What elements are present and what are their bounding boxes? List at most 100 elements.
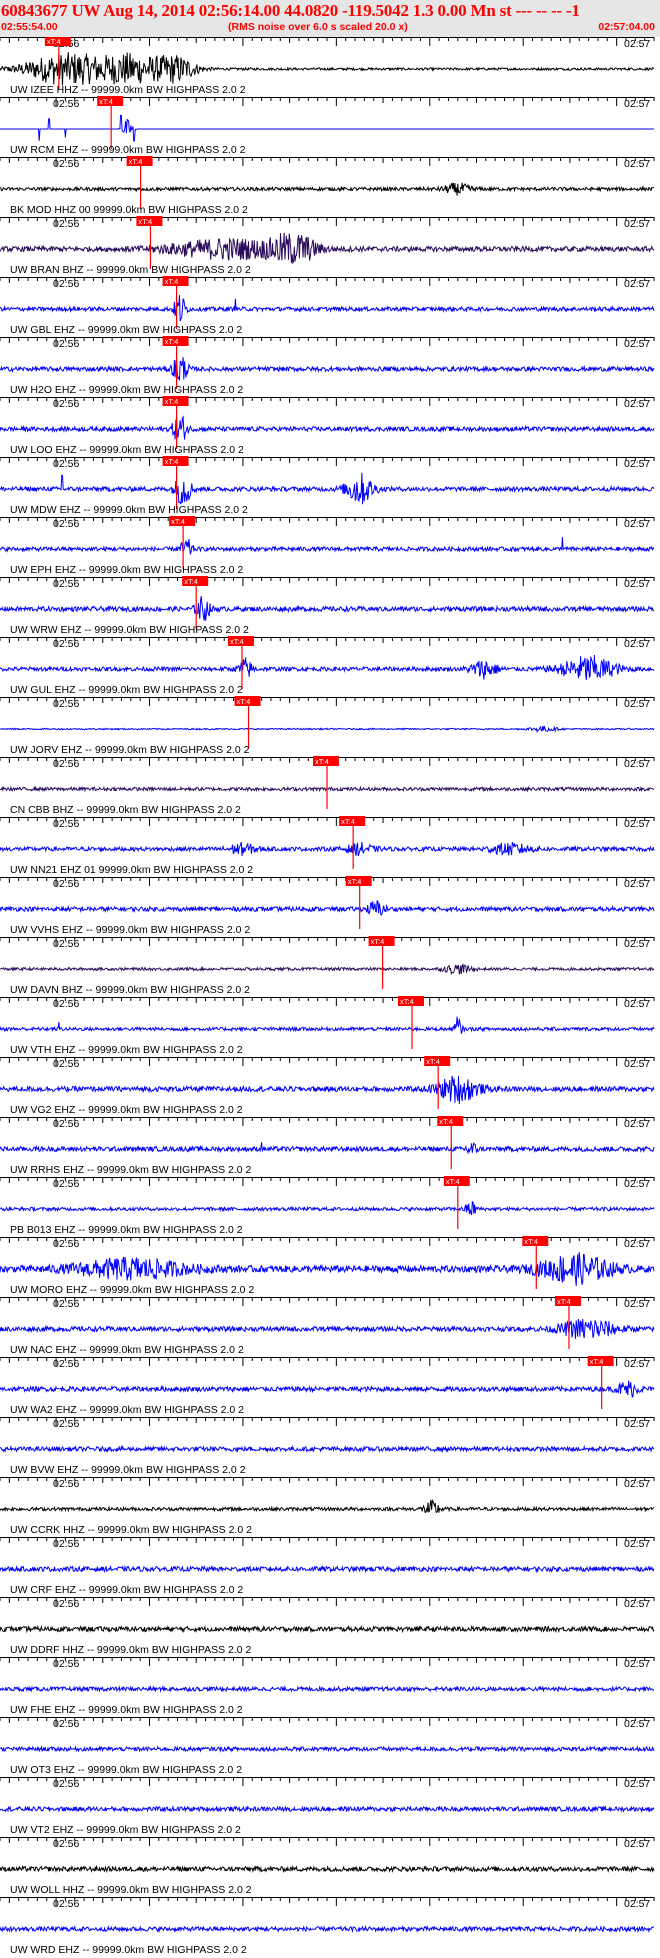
minute-tick-label: 02:57 <box>624 818 650 830</box>
trace-row: 02:56 02:57 xT:4 UW VG2 EHZ -- 99999.0km BW… <box>0 1056 655 1116</box>
trace-row: 02:56 02:57 xT:4 UW MORO EHZ -- 99999.0km B… <box>0 1236 655 1296</box>
station-label: UW RRHS EHZ -- 99999.0km BW HIGHPASS 2.0… <box>10 1164 252 1176</box>
trace-row: 02:5602:57xT:4UW IZEE HHZ -- 99999.0km B… <box>0 37 655 96</box>
waveform-trace <box>0 182 655 196</box>
trace-row: 02:56 02:57 xT:4 UW GUL EHZ -- 99999.0km BW… <box>0 636 655 696</box>
trace-row: 02:56 02:57 xT:4 UW JORV EHZ -- 99999.0km B… <box>0 696 655 756</box>
waveform-trace <box>0 114 654 142</box>
trace-row: 02:56 02:57 xT:4 UW NN21 EHZ 01 99999.0km B… <box>0 816 655 876</box>
minute-tick-label: 02:56 <box>53 938 79 950</box>
waveform-trace <box>0 654 655 680</box>
waveform-trace <box>0 963 655 976</box>
trace-row: 02:56 02:57 xT:4 UW DAVN BHZ -- 99999.0km B… <box>0 936 655 996</box>
trace-row: 02:56 02:57 xT:4 UW WRW EHZ -- 99999.0km BW… <box>0 576 655 636</box>
waveform-trace <box>0 1252 655 1286</box>
waveform-trace <box>0 725 655 733</box>
station-label: UW H2O EHZ -- 99999.0km BW HIGHPASS 2.0 … <box>10 384 243 396</box>
station-label: UW GBL EHZ -- 99999.0km BW HIGHPASS 2.0 … <box>10 324 242 336</box>
plot-header: 60843677 UW Aug 14, 2014 02:56:14.00 44.… <box>0 0 660 37</box>
station-label: UW JORV EHZ -- 99999.0km BW HIGHPASS 2.0… <box>10 744 250 756</box>
minute-tick-label: 02:56 <box>53 458 79 470</box>
minute-tick-label: 02:57 <box>624 158 650 170</box>
minute-tick-label: 02:56 <box>53 218 79 230</box>
station-label: UW EPH EHZ -- 99999.0km BW HIGHPASS 2.0 … <box>10 564 243 576</box>
station-label: UW IZEE HHZ -- 99999.0km BW HIGHPASS 2.0… <box>10 84 246 96</box>
minute-tick-label: 02:56 <box>53 1478 79 1490</box>
trace-row: 02:56 02:57 xT:4 UW H2O EHZ -- 99999.0km BW… <box>0 336 655 396</box>
station-label: UW LOO EHZ -- 99999.0km BW HIGHPASS 2.0 … <box>10 444 244 456</box>
station-label: UW WA2 EHZ -- 99999.0km BW HIGHPASS 2.0 … <box>10 1404 244 1416</box>
trace-row: 02:56 02:57 xT:4 UW VVHS EHZ -- 99999.0km B… <box>0 876 655 936</box>
pick-label: xT:4 <box>371 937 385 946</box>
station-label: UW MDW EHZ -- 99999.0km BW HIGHPASS 2.0 … <box>10 504 248 516</box>
minute-tick-label: 02:57 <box>624 1778 650 1790</box>
pick-label: xT:4 <box>439 1117 453 1126</box>
minute-tick-label: 02:57 <box>624 1418 650 1430</box>
trace-row: 02:56 02:57 xT:4 UW MDW EHZ -- 99999.0km BW… <box>0 456 655 516</box>
waveform-trace <box>0 537 655 555</box>
station-label: UW VVHS EHZ -- 99999.0km BW HIGHPASS 2.0… <box>10 924 250 936</box>
header-subline: 02:55:54.00 (RMS noise over 6.0 s scaled… <box>0 21 660 35</box>
minute-tick-label: 02:56 <box>53 1238 79 1250</box>
minute-tick-label: 02:57 <box>624 878 650 890</box>
minute-tick-label: 02:56 <box>53 638 79 650</box>
minute-tick-label: 02:56 <box>53 1898 79 1910</box>
trace-row: 02:56 02:57 xT:4 UW RCM EHZ -- 99999.0km BW… <box>0 96 655 156</box>
station-label: BK MOD HHZ 00 99999.0km BW HIGHPASS 2.0 … <box>10 204 248 216</box>
trace-row: 02:56 02:57 xT:4 UW GBL EHZ -- 99999.0km BW… <box>0 276 655 336</box>
minute-tick-label: 02:57 <box>624 218 650 230</box>
waveform-trace <box>0 1685 655 1693</box>
minute-tick-label: 02:56 <box>53 878 79 890</box>
minute-tick-label: 02:56 <box>53 1298 79 1310</box>
minute-tick-label: 02:56 <box>53 1418 79 1430</box>
minute-tick-label: 02:57 <box>624 398 650 410</box>
minute-tick-label: 02:56 <box>53 1058 79 1070</box>
trace-row: 02:56 02:57 xT:4 UW RRHS EHZ -- 99999.0km B… <box>0 1116 655 1176</box>
pick-label: xT:4 <box>400 997 414 1006</box>
station-label: UW VT2 EHZ -- 99999.0km BW HIGHPASS 2.0 … <box>10 1824 241 1836</box>
pick-label: xT:4 <box>138 217 152 226</box>
station-label: UW DDRF HHZ -- 99999.0km BW HIGHPASS 2.0… <box>10 1644 252 1656</box>
start-time-label: 02:55:54.00 <box>1 21 58 33</box>
waveform-trace <box>0 472 655 505</box>
trace-row: 02:56 02:57 xT:4 UW LOO EHZ -- 99999.0km BW… <box>0 396 655 456</box>
pick-label: xT:4 <box>184 577 198 586</box>
waveform-trace <box>0 295 655 322</box>
minute-tick-label: 02:57 <box>624 638 650 650</box>
minute-tick-label: 02:57 <box>624 1658 650 1670</box>
trace-row: 02:56 02:57 xT:4 UW EPH EHZ -- 99999.0km BW… <box>0 516 655 576</box>
minute-tick-label: 02:57 <box>624 1898 650 1910</box>
minute-tick-label: 02:56 <box>53 758 79 770</box>
trace-row: 02:56 02:57 xT:4 BK MOD HHZ 00 99999.0km BW… <box>0 156 655 216</box>
trace-row: 02:56 02:57 xT:4 UW BRAN BHZ -- 99999.0km B… <box>0 216 655 276</box>
minute-tick-label: 02:57 <box>624 458 650 470</box>
pick-label: xT:4 <box>524 1237 538 1246</box>
station-label: UW NN21 EHZ 01 99999.0km BW HIGHPASS 2.0… <box>10 864 253 876</box>
minute-tick-label: 02:57 <box>624 1718 650 1730</box>
minute-tick-label: 02:57 <box>624 1598 650 1610</box>
pick-label: xT:4 <box>99 97 113 106</box>
minute-tick-label: 02:57 <box>624 1538 650 1550</box>
minute-tick-label: 02:57 <box>624 1298 650 1310</box>
event-title: 60843677 UW Aug 14, 2014 02:56:14.00 44.… <box>1 1 580 20</box>
trace-row: 02:56 02:57 UW BVW EHZ -- 99999.0km BW HIG… <box>0 1417 655 1476</box>
waveform-trace <box>0 52 655 86</box>
pick-label: xT:4 <box>590 1357 604 1366</box>
station-label: UW RCM EHZ -- 99999.0km BW HIGHPASS 2.0 … <box>10 144 246 156</box>
pick-label: xT:4 <box>171 517 185 526</box>
minute-tick-label: 02:56 <box>53 1358 79 1370</box>
minute-tick-label: 02:56 <box>53 998 79 1010</box>
minute-tick-label: 02:57 <box>624 1178 650 1190</box>
pick-label: xT:4 <box>446 1177 460 1186</box>
pick-label: xT:4 <box>165 457 179 466</box>
trace-row: 02:56 02:57 UW VT2 EHZ -- 99999.0km BW HIG… <box>0 1777 655 1836</box>
station-label: UW FHE EHZ -- 99999.0km BW HIGHPASS 2.0 … <box>10 1704 243 1716</box>
waveform-trace <box>0 357 655 381</box>
waveform-trace <box>0 1016 655 1034</box>
trace-row: 02:56 02:57 UW OT3 EHZ -- 99999.0km BW HIG… <box>0 1717 655 1776</box>
minute-tick-label: 02:56 <box>53 1118 79 1130</box>
minute-tick-label: 02:56 <box>53 818 79 830</box>
minute-tick-label: 02:56 <box>53 398 79 410</box>
trace-row: 02:56 02:57 xT:4 PB B013 EHZ -- 99999.0km B… <box>0 1176 655 1236</box>
waveform-trace <box>0 1201 655 1216</box>
